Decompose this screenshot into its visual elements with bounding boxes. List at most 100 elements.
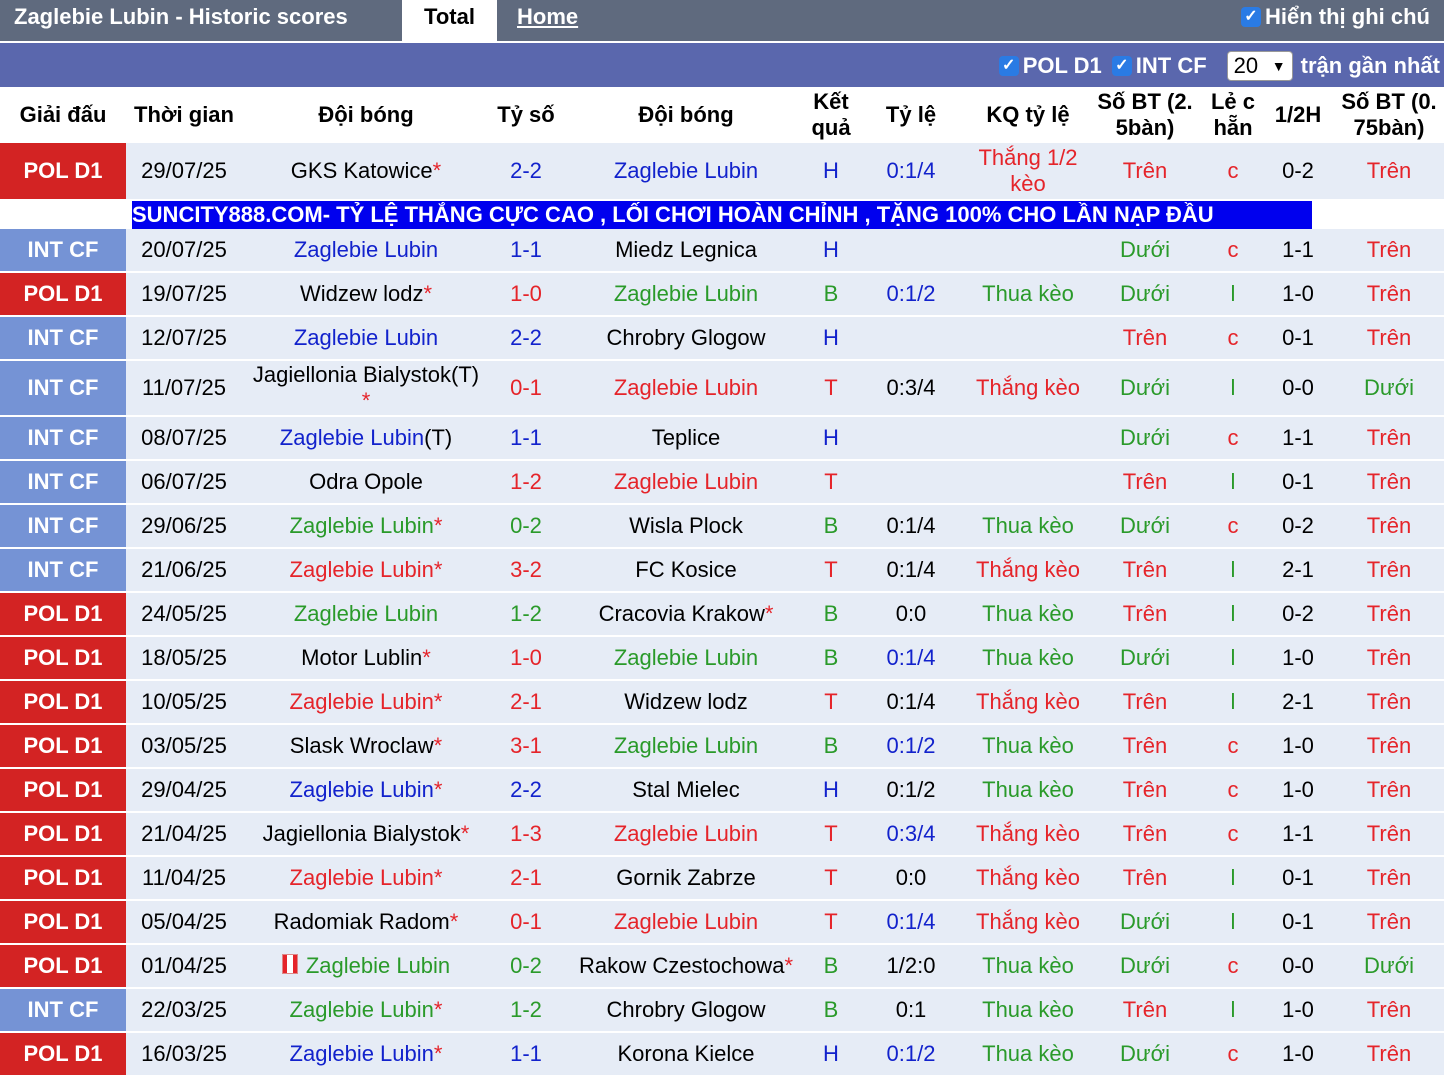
home-team-cell[interactable]: Zaglebie Lubin [242, 592, 490, 637]
home-team-cell[interactable]: Zaglebie Lubin* [242, 1032, 490, 1077]
away-team-name[interactable]: Miedz Legnica [615, 237, 757, 262]
ad-banner[interactable]: SUNCITY888.COM- TỶ LỆ THẮNG CỰC CAO , LỐ… [132, 201, 1312, 229]
home-team-name[interactable]: Zaglebie Lubin [290, 1041, 434, 1066]
away-team-cell[interactable]: Gornik Zabrze [562, 856, 810, 901]
home-team-cell[interactable]: Zaglebie Lubin* [242, 548, 490, 593]
tab-total[interactable]: Total [402, 0, 497, 41]
away-team-name[interactable]: Gornik Zabrze [616, 865, 755, 890]
league-badge[interactable]: POL D1 [0, 856, 126, 901]
away-team-name[interactable]: FC Kosice [635, 557, 736, 582]
away-team-name[interactable]: Teplice [652, 425, 720, 450]
home-team-name[interactable]: Zaglebie Lubin [290, 557, 434, 582]
league-badge[interactable]: POL D1 [0, 592, 126, 637]
match-score[interactable]: 0-2 [490, 504, 562, 549]
away-team-cell[interactable]: Widzew lodz [562, 680, 810, 725]
match-score[interactable]: 1-2 [490, 592, 562, 637]
home-team-name[interactable]: Zaglebie Lubin [290, 689, 434, 714]
checkbox-checked-icon[interactable]: ✓ [998, 56, 1019, 76]
league-badge[interactable]: POL D1 [0, 900, 126, 945]
away-team-cell[interactable]: Zaglebie Lubin [562, 724, 810, 769]
home-team-cell[interactable]: Zaglebie Lubin [242, 229, 490, 273]
home-team-cell[interactable]: Jagiellonia Bialystok* [242, 812, 490, 857]
home-team-name[interactable]: Zaglebie Lubin [290, 777, 434, 802]
match-score[interactable]: 3-2 [490, 548, 562, 593]
match-score[interactable]: 2-2 [490, 316, 562, 361]
match-score[interactable]: 3-1 [490, 724, 562, 769]
away-team-name[interactable]: Korona Kielce [618, 1041, 755, 1066]
league-badge[interactable]: INT CF [0, 416, 126, 461]
match-score[interactable]: 1-3 [490, 812, 562, 857]
league-badge[interactable]: POL D1 [0, 944, 126, 989]
away-team-cell[interactable]: Rakow Czestochowa* [562, 944, 810, 989]
league-badge[interactable]: INT CF [0, 504, 126, 549]
away-team-name[interactable]: Zaglebie Lubin [614, 733, 758, 758]
match-score[interactable]: 1-2 [490, 460, 562, 505]
match-count-select[interactable]: 20 ▼ [1226, 51, 1293, 81]
match-score[interactable]: 2-2 [490, 143, 562, 201]
match-score[interactable]: 1-0 [490, 636, 562, 681]
away-team-cell[interactable]: Zaglebie Lubin [562, 272, 810, 317]
home-team-cell[interactable]: Zaglebie Lubin* [242, 988, 490, 1033]
home-team-cell[interactable]: GKS Katowice* [242, 143, 490, 201]
away-team-cell[interactable]: Chrobry Glogow [562, 988, 810, 1033]
away-team-name[interactable]: Zaglebie Lubin [614, 375, 758, 400]
home-team-name[interactable]: GKS Katowice [291, 158, 433, 183]
league-badge[interactable]: POL D1 [0, 768, 126, 813]
away-team-cell[interactable]: Korona Kielce [562, 1032, 810, 1077]
home-team-name[interactable]: Slask Wroclaw [290, 733, 434, 758]
match-score[interactable]: 1-1 [490, 1032, 562, 1077]
home-team-cell[interactable]: Slask Wroclaw* [242, 724, 490, 769]
home-team-name[interactable]: Jagiellonia Bialystok [263, 821, 461, 846]
checkbox-checked-icon[interactable]: ✓ [1241, 7, 1261, 27]
show-notes-toggle[interactable]: ✓ Hiển thị ghi chú [1241, 4, 1430, 30]
home-team-name[interactable]: Jagiellonia Bialystok(T) [253, 362, 479, 387]
home-team-cell[interactable]: Odra Opole [242, 460, 490, 505]
away-team-name[interactable]: Zaglebie Lubin [614, 821, 758, 846]
away-team-name[interactable]: Widzew lodz [624, 689, 747, 714]
home-team-name[interactable]: Zaglebie Lubin [294, 237, 438, 262]
home-team-name[interactable]: Zaglebie Lubin [294, 601, 438, 626]
home-team-cell[interactable]: Jagiellonia Bialystok(T) * [242, 360, 490, 417]
away-team-cell[interactable]: Zaglebie Lubin [562, 812, 810, 857]
away-team-name[interactable]: Rakow Czestochowa [579, 953, 784, 978]
away-team-cell[interactable]: Zaglebie Lubin [562, 143, 810, 201]
league-badge[interactable]: INT CF [0, 316, 126, 361]
home-team-name[interactable]: Zaglebie Lubin [290, 865, 434, 890]
home-team-cell[interactable]: Zaglebie Lubin [242, 944, 490, 989]
away-team-cell[interactable]: Stal Mielec [562, 768, 810, 813]
away-team-name[interactable]: Zaglebie Lubin [614, 281, 758, 306]
match-score[interactable]: 2-1 [490, 856, 562, 901]
filter-int-cf[interactable]: ✓ INT CF [1111, 53, 1207, 79]
league-badge[interactable]: INT CF [0, 548, 126, 593]
home-team-name[interactable]: Widzew lodz [300, 281, 423, 306]
home-team-name[interactable]: Zaglebie Lubin [280, 425, 424, 450]
league-badge[interactable]: POL D1 [0, 636, 126, 681]
away-team-name[interactable]: Stal Mielec [632, 777, 740, 802]
home-team-cell[interactable]: Zaglebie Lubin(T) [242, 416, 490, 461]
home-team-name[interactable]: Zaglebie Lubin [290, 513, 434, 538]
league-badge[interactable]: INT CF [0, 460, 126, 505]
match-score[interactable]: 0-1 [490, 900, 562, 945]
match-score[interactable]: 0-2 [490, 944, 562, 989]
league-badge[interactable]: POL D1 [0, 1032, 126, 1077]
away-team-name[interactable]: Wisla Plock [629, 513, 743, 538]
home-team-cell[interactable]: Zaglebie Lubin* [242, 504, 490, 549]
match-score[interactable]: 0-1 [490, 360, 562, 417]
league-badge[interactable]: INT CF [0, 360, 126, 417]
match-score[interactable]: 1-0 [490, 272, 562, 317]
away-team-cell[interactable]: Cracovia Krakow* [562, 592, 810, 637]
home-team-name[interactable]: Radomiak Radom [274, 909, 450, 934]
home-team-cell[interactable]: Zaglebie Lubin* [242, 680, 490, 725]
home-team-name[interactable]: Motor Lublin [301, 645, 422, 670]
away-team-cell[interactable]: Teplice [562, 416, 810, 461]
away-team-cell[interactable]: Chrobry Glogow [562, 316, 810, 361]
away-team-cell[interactable]: Zaglebie Lubin [562, 360, 810, 417]
league-badge[interactable]: POL D1 [0, 724, 126, 769]
match-score[interactable]: 2-2 [490, 768, 562, 813]
away-team-name[interactable]: Zaglebie Lubin [614, 469, 758, 494]
away-team-name[interactable]: Zaglebie Lubin [614, 909, 758, 934]
match-score[interactable]: 2-1 [490, 680, 562, 725]
filter-pol-d1[interactable]: ✓ POL D1 [998, 53, 1102, 79]
away-team-name[interactable]: Chrobry Glogow [607, 325, 766, 350]
home-team-name[interactable]: Zaglebie Lubin [290, 997, 434, 1022]
